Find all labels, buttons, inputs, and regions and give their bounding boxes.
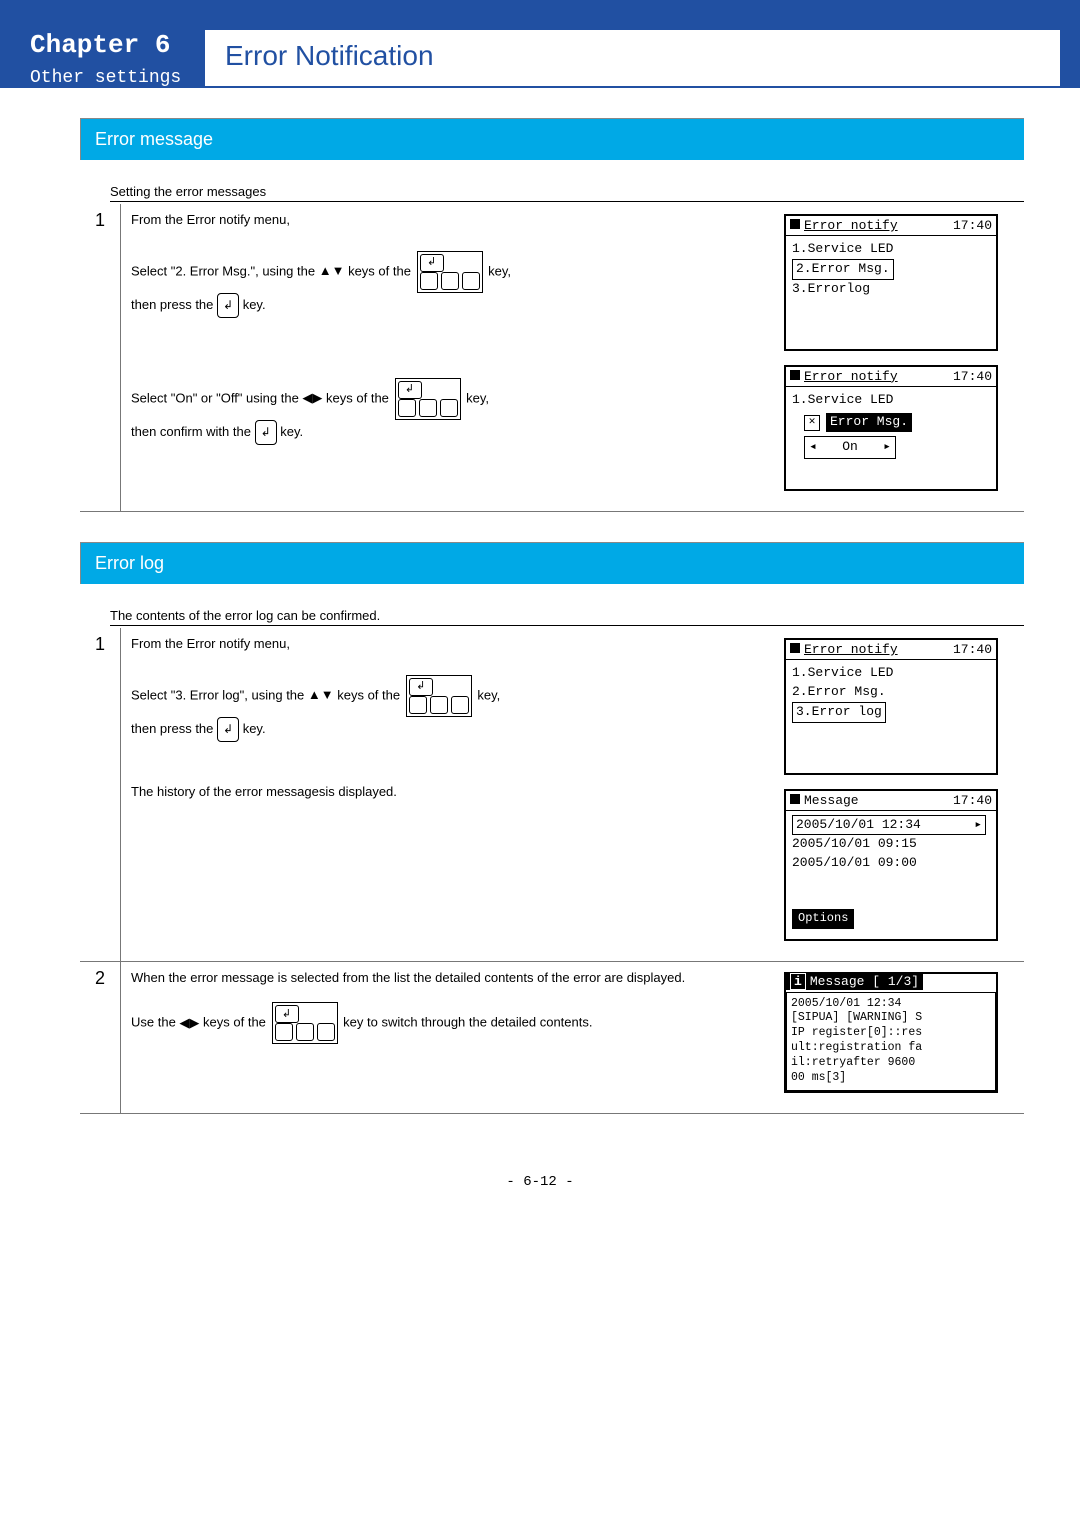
instruction-text: key. <box>243 297 266 312</box>
lcd-menu-item: 3.Errorlog <box>792 280 990 299</box>
instruction-text: From the Error notify menu, <box>131 210 764 231</box>
lcd-screen-message-list: Message 17:40 2005/10/01 12:34 ▸ 2005/10/… <box>784 789 998 941</box>
lcd-time: 17:40 <box>953 218 992 233</box>
lcd-menu-item: 1.Service LED <box>792 391 990 410</box>
lcd-menu-item: 1.Service LED <box>792 664 990 683</box>
lcd-list-item-selected: 2005/10/01 12:34 ▸ <box>792 815 986 836</box>
instruction-text: key, <box>466 390 489 405</box>
lcd-title: Error notify <box>804 642 898 657</box>
section-heading-error-log: Error log <box>80 542 1024 584</box>
left-right-arrow-icon: ◀▶ <box>179 1013 199 1034</box>
instruction-text: Use the <box>131 1015 179 1030</box>
page-title: Error Notification <box>225 40 1040 72</box>
instruction-text: key to switch through the detailed conte… <box>343 1015 592 1030</box>
lcd-screen-error-notify-menu: Error notify 17:40 1.Service LED 2.Error … <box>784 214 998 351</box>
left-right-arrow-icon: ◀▶ <box>302 388 322 409</box>
lcd-list-item: 2005/10/01 09:15 <box>792 835 990 854</box>
caption-error-log: The contents of the error log can be con… <box>110 608 1024 626</box>
instruction-text: Select "2. Error Msg.", using the <box>131 263 319 278</box>
instruction-text: then press the <box>131 721 217 736</box>
lcd-time: 17:40 <box>953 793 992 808</box>
lcd-time: 17:40 <box>953 369 992 384</box>
step-number: 2 <box>80 961 121 1114</box>
navigation-key-icon: ↲ <box>417 251 483 293</box>
caption-setting-error-messages: Setting the error messages <box>110 184 1024 202</box>
instruction-text: then confirm with the <box>131 424 255 439</box>
lcd-menu-item: 1.Service LED <box>792 240 990 259</box>
lcd-message-body: 2005/10/01 12:34 [SIPUA] [WARNING] S IP … <box>786 992 996 1092</box>
close-icon: ✕ <box>804 415 820 431</box>
instruction-text: Select "On" or "Off" using the <box>131 390 302 405</box>
instruction-text: From the Error notify menu, <box>131 634 764 655</box>
info-icon: i <box>790 973 806 990</box>
instruction-text: keys of the <box>326 390 392 405</box>
chapter-number: Chapter 6 <box>30 30 205 60</box>
up-down-arrow-icon: ▲▼ <box>308 685 334 706</box>
navigation-key-icon: ↲ <box>406 675 472 717</box>
lcd-popup-title: Error Msg. <box>826 413 912 432</box>
lcd-options-softkey: Options <box>792 909 854 928</box>
instruction-text: When the error message is selected from … <box>131 968 764 989</box>
instruction-text: keys of the <box>348 263 414 278</box>
instruction-text: then press the <box>131 297 217 312</box>
instruction-text: key. <box>280 424 303 439</box>
lcd-onoff-selector: ◂On▸ <box>804 436 896 459</box>
page-number: - 6-12 - <box>0 1174 1080 1190</box>
navigation-key-icon: ↲ <box>272 1002 338 1044</box>
up-down-arrow-icon: ▲▼ <box>319 261 345 282</box>
step-number: 1 <box>80 204 121 512</box>
instruction-text: The history of the error messagesis disp… <box>131 782 764 803</box>
lcd-screen-error-msg-setting: Error notify 17:40 1.Service LED ✕ Error … <box>784 365 998 492</box>
lcd-title: Error notify <box>804 369 898 384</box>
lcd-time: 17:40 <box>953 642 992 657</box>
step-number: 1 <box>80 628 121 961</box>
lcd-title: Error notify <box>804 218 898 233</box>
section-heading-error-message: Error message <box>80 118 1024 160</box>
lcd-title: Message <box>804 793 859 808</box>
lcd-menu-item: 2.Error Msg. <box>792 683 990 702</box>
instruction-text: keys of the <box>203 1015 269 1030</box>
lcd-title: Message <box>810 974 865 989</box>
lcd-screen-message-detail: i Message [ 1/3] 2005/10/01 12:34 [SIPUA]… <box>784 972 998 1094</box>
enter-key-icon: ↲ <box>217 293 239 318</box>
instruction-text: Select "3. Error log", using the <box>131 687 308 702</box>
enter-key-icon: ↲ <box>217 717 239 742</box>
instruction-text: key, <box>477 687 500 702</box>
chapter-subtitle: Other settings <box>30 68 205 88</box>
lcd-page-indicator: [ 1/3] <box>872 974 919 989</box>
lcd-menu-item-selected: 3.Error log <box>792 702 886 723</box>
navigation-key-icon: ↲ <box>395 378 461 420</box>
lcd-screen-error-notify-menu: Error notify 17:40 1.Service LED 2.Error … <box>784 638 998 775</box>
instruction-text: keys of the <box>337 687 403 702</box>
lcd-menu-item-selected: 2.Error Msg. <box>792 259 894 280</box>
instruction-text: key, <box>488 263 511 278</box>
lcd-list-item: 2005/10/01 09:00 <box>792 854 990 873</box>
enter-key-icon: ↲ <box>255 420 277 445</box>
instruction-text: key. <box>243 721 266 736</box>
